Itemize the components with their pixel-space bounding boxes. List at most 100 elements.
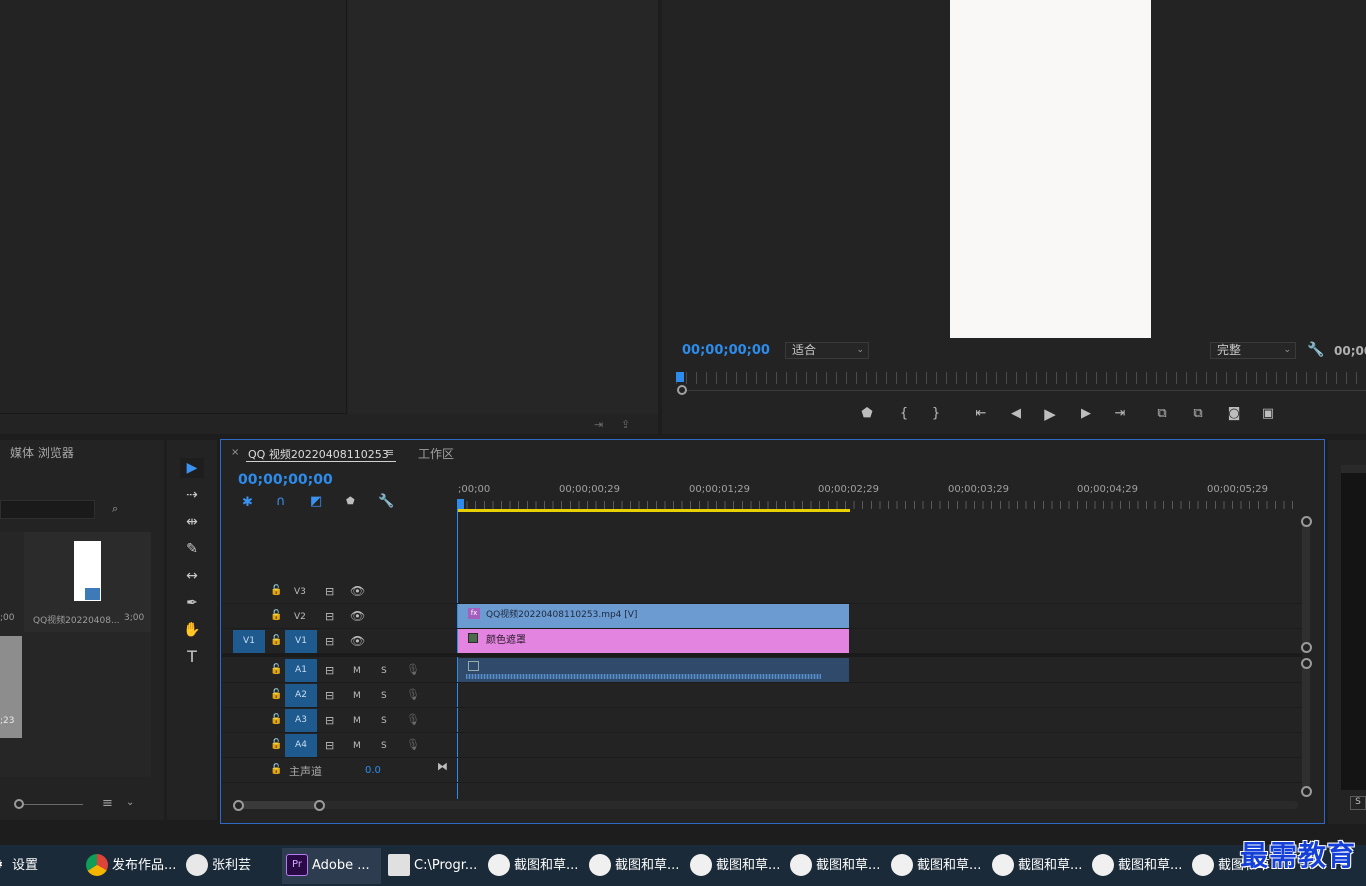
lock-icon[interactable]: 🔓 (270, 764, 282, 775)
scroll-handle-icon[interactable] (1301, 516, 1312, 527)
sort-icon[interactable]: ≡ (102, 796, 113, 811)
mute-button[interactable]: M (353, 741, 361, 751)
extract-icon[interactable]: ⧉ (1188, 406, 1208, 421)
eye-icon[interactable]: 👁 (350, 634, 365, 648)
scroll-handle-icon[interactable] (1301, 786, 1312, 797)
lift-icon[interactable]: ⧉ (1152, 406, 1172, 421)
insert-icon[interactable]: ⇥ (594, 418, 603, 431)
program-playhead[interactable] (676, 372, 684, 382)
marker-icon[interactable]: ⬟ (857, 406, 877, 421)
taskbar-item-settings[interactable]: ⚙ 设置 (0, 848, 78, 884)
close-icon[interactable]: × (231, 447, 239, 458)
slip-tool-icon[interactable]: ↔ (180, 566, 204, 586)
sync-lock-icon[interactable]: ⊟ (325, 714, 334, 727)
audio-scrollbar[interactable] (1302, 664, 1310, 792)
wrench-icon[interactable]: 🔧 (1307, 342, 1324, 358)
scroll-thumb[interactable] (238, 801, 320, 809)
snap-icon[interactable]: ∩ (276, 494, 286, 509)
step-forward-icon[interactable]: ▶ (1076, 406, 1096, 421)
search-input[interactable] (0, 500, 95, 519)
sync-lock-icon[interactable]: ⊟ (325, 610, 334, 623)
lock-icon[interactable]: 🔓 (270, 689, 282, 700)
sync-lock-icon[interactable]: ⊟ (325, 689, 334, 702)
type-tool-icon[interactable]: T (180, 647, 204, 667)
eye-icon[interactable]: 👁 (350, 609, 365, 623)
taskbar-item-premiere[interactable]: Pr Adobe ... (282, 848, 381, 884)
lock-icon[interactable]: 🔓 (270, 714, 282, 725)
microphone-icon[interactable]: 🎙 (406, 713, 420, 726)
taskbar-item-snip[interactable]: 截图和草... (988, 848, 1088, 884)
selection-tool-icon[interactable]: ▶ (180, 458, 204, 478)
program-timecode[interactable]: 00;00;00;00 (682, 343, 770, 358)
taskbar-item-snip[interactable]: 截图和草... (585, 848, 685, 884)
solo-button[interactable]: S (381, 666, 387, 676)
mute-button[interactable]: M (353, 716, 361, 726)
fit-dropdown[interactable]: 适合 ⌄ (785, 342, 869, 359)
taskbar-item-snip[interactable]: 截图和草... (1088, 848, 1188, 884)
taskbar-item-snip[interactable]: 截图和草... (686, 848, 786, 884)
lock-icon[interactable]: 🔓 (270, 739, 282, 750)
zoom-slider[interactable] (15, 804, 83, 805)
nest-icon[interactable]: ✱ (242, 495, 253, 510)
track-target-v1[interactable]: V1 (285, 630, 317, 653)
microphone-icon[interactable]: 🎙 (406, 688, 420, 701)
sync-lock-icon[interactable]: ⊟ (325, 635, 334, 648)
mark-in-icon[interactable]: { (894, 406, 914, 421)
add-marker-icon[interactable]: ⬟ (346, 496, 355, 507)
lock-icon[interactable]: 🔓 (270, 585, 282, 596)
lock-icon[interactable]: 🔓 (270, 610, 282, 621)
go-to-edit-icon[interactable]: ⧓ (437, 760, 448, 773)
eye-icon[interactable]: 👁 (350, 584, 365, 598)
solo-button[interactable]: S (381, 741, 387, 751)
settings-wrench-icon[interactable]: 🔧 (378, 494, 394, 509)
track-target-a2[interactable]: A2 (285, 684, 317, 707)
search-icon[interactable]: ⌕ (112, 502, 118, 516)
go-to-out-icon[interactable]: ⇥ (1110, 406, 1130, 421)
taskbar-item-snip[interactable]: 截图和草... (887, 848, 987, 884)
mark-out-icon[interactable]: } (926, 406, 946, 421)
timeline-ruler[interactable] (458, 501, 1298, 509)
razor-tool-icon[interactable]: ✎ (180, 539, 204, 559)
chevron-down-icon[interactable]: ⌄ (126, 797, 134, 808)
taskbar-item-explorer[interactable]: C:\Progr... (384, 848, 482, 884)
zoom-slider-handle-icon[interactable] (14, 799, 24, 809)
source-patch-v1[interactable]: V1 (233, 630, 265, 653)
program-ruler[interactable] (676, 372, 1366, 384)
go-to-in-icon[interactable]: ⇤ (971, 406, 991, 421)
sync-lock-icon[interactable]: ⊟ (325, 585, 334, 598)
lock-icon[interactable]: 🔓 (270, 664, 282, 675)
timeline-playhead-handle[interactable] (457, 499, 464, 509)
ripple-edit-tool-icon[interactable]: ⇹ (180, 512, 204, 532)
pen-tool-icon[interactable]: ✒ (180, 593, 204, 613)
overwrite-icon[interactable]: ⇪ (621, 418, 630, 431)
tab-menu-icon[interactable]: ≡ (385, 446, 394, 459)
microphone-icon[interactable]: 🎙 (406, 663, 420, 676)
scroll-handle-icon[interactable] (233, 800, 244, 811)
sync-lock-icon[interactable]: ⊟ (325, 664, 334, 677)
work-area-bar[interactable] (458, 509, 850, 512)
clip-a1[interactable] (458, 658, 849, 682)
play-icon[interactable]: ▶ (1040, 405, 1060, 423)
linked-selection-icon[interactable]: ◩ (310, 494, 322, 509)
track-target-a4[interactable]: A4 (285, 734, 317, 757)
hand-tool-icon[interactable]: ✋ (180, 620, 204, 640)
track-target-a3[interactable]: A3 (285, 709, 317, 732)
clip-v1[interactable]: 颜色遮罩 (458, 629, 849, 653)
mute-button[interactable]: M (353, 666, 361, 676)
solo-meter-button[interactable]: S (1350, 796, 1366, 810)
master-volume-value[interactable]: 0.0 (365, 765, 381, 776)
timeline-timecode[interactable]: 00;00;00;00 (238, 472, 333, 488)
taskbar-item-chrome[interactable]: 发布作品... (82, 848, 180, 884)
compare-icon[interactable]: ▣ (1258, 406, 1278, 421)
taskbar-item-snip[interactable]: 截图和草... (786, 848, 886, 884)
program-zoom-bar[interactable] (682, 390, 1366, 391)
taskbar-item-qq[interactable]: 张利芸 (182, 848, 278, 884)
scroll-handle-icon[interactable] (1301, 642, 1312, 653)
sequence-tab[interactable]: QQ 视频20220408110253 (248, 446, 389, 462)
sync-lock-icon[interactable]: ⊟ (325, 739, 334, 752)
scroll-handle-icon[interactable] (314, 800, 325, 811)
mute-button[interactable]: M (353, 691, 361, 701)
taskbar-item-snip[interactable]: 截图和草... (484, 848, 584, 884)
timeline-horizontal-scrollbar[interactable] (238, 801, 1298, 809)
step-back-icon[interactable]: ◀ (1006, 406, 1026, 421)
